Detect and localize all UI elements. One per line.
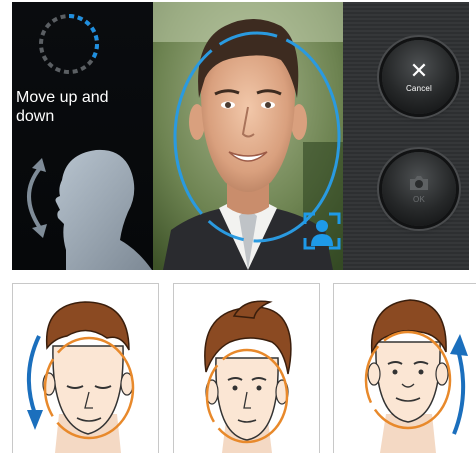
instruction-text: Move up and down xyxy=(16,89,109,125)
action-panel: ✕ Cancel OK xyxy=(343,2,469,270)
illustration-tilt-down xyxy=(12,283,159,453)
camera-icon xyxy=(410,176,428,190)
illustration-tilt-up xyxy=(333,283,476,453)
arrow-up-icon xyxy=(450,334,468,356)
face-forward-illustration xyxy=(204,300,292,453)
circular-progress-icon xyxy=(39,14,100,74)
arrow-down-icon xyxy=(27,410,43,430)
face-tilt-down-illustration xyxy=(26,301,135,453)
close-icon: ✕ xyxy=(409,58,429,83)
instruction-panel: Move up and down xyxy=(12,2,154,270)
face-tilt-up-illustration xyxy=(364,299,468,453)
camera-preview xyxy=(153,2,343,270)
head-nod-silhouette-icon xyxy=(27,149,152,270)
ok-label: OK xyxy=(413,195,425,204)
illustration-face-forward xyxy=(173,283,320,453)
face-detect-person-icon xyxy=(303,212,341,250)
cancel-label: Cancel xyxy=(405,84,433,93)
cancel-button[interactable]: ✕ Cancel xyxy=(382,40,456,114)
ok-button[interactable]: OK xyxy=(382,152,456,226)
face-registration-screen: Move up and down ✕ Cancel OK xyxy=(12,2,469,270)
